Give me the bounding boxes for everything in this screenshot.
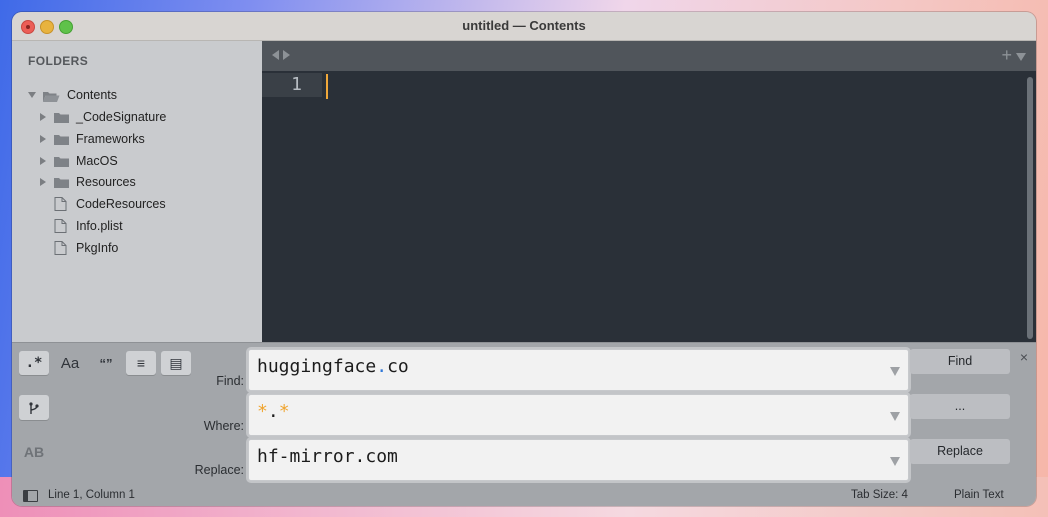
find-label: Find:: [216, 374, 244, 388]
regex-toggle-button[interactable]: .*: [19, 351, 49, 375]
replace-input-text: hf-mirror.com: [257, 446, 398, 467]
tree-label: _CodeSignature: [76, 110, 167, 124]
cursor-position[interactable]: Line 1, Column 1: [48, 489, 135, 501]
text-caret: [326, 74, 328, 99]
find-button[interactable]: Find: [910, 349, 1010, 374]
expanded-arrow-icon[interactable]: [28, 92, 36, 98]
tab-navigation: [272, 50, 290, 60]
whole-word-toggle-button[interactable]: “”: [91, 351, 121, 375]
app-window: untitled — Contents FOLDERS Contents _Co…: [12, 12, 1036, 506]
in-selection-toggle-button[interactable]: ≡: [126, 351, 156, 375]
find-in-files-panel: .* Aa “” ≡ ▤ AB Find: Where: Replace: hu…: [12, 342, 1036, 487]
file-icon: [54, 241, 67, 255]
where-input[interactable]: *.*: [248, 394, 909, 436]
folder-icon: [54, 134, 69, 145]
replace-history-dropdown-icon[interactable]: [890, 457, 900, 466]
toggle-sidebar-icon[interactable]: [23, 490, 38, 502]
code-editor[interactable]: 1: [262, 71, 1036, 342]
find-input[interactable]: huggingface.co: [248, 349, 909, 391]
replace-input[interactable]: hf-mirror.com: [248, 439, 909, 481]
find-history-dropdown-icon[interactable]: [890, 367, 900, 376]
tree-label: PkgInfo: [76, 241, 119, 255]
tree-label: Contents: [67, 88, 118, 102]
line-number: 1: [291, 74, 302, 95]
tree-label: Frameworks: [76, 132, 145, 146]
where-input-text: *.*: [257, 401, 290, 422]
branch-icon: [29, 401, 39, 414]
tree-item-coderesources[interactable]: CodeResources: [54, 194, 166, 214]
collapsed-arrow-icon[interactable]: [40, 157, 46, 165]
highlight-matches-toggle-button[interactable]: ▤: [161, 351, 191, 375]
tree-item-macos[interactable]: MacOS: [40, 151, 118, 171]
syntax-mode[interactable]: Plain Text: [954, 489, 1004, 501]
folder-icon: [54, 177, 69, 188]
folders-heading: FOLDERS: [28, 54, 89, 68]
close-panel-icon[interactable]: ×: [1020, 349, 1028, 365]
tab-menu-chevron-icon[interactable]: [1016, 53, 1026, 61]
open-folder-icon: [42, 90, 60, 102]
tree-item-info-plist[interactable]: Info.plist: [54, 216, 123, 236]
where-label: Where:: [203, 419, 244, 433]
collapsed-arrow-icon[interactable]: [40, 178, 46, 186]
next-tab-arrow-icon[interactable]: [283, 50, 290, 60]
tree-label: CodeResources: [76, 197, 166, 211]
sidebar: FOLDERS Contents _CodeSignature Framewor…: [12, 41, 262, 342]
tree-item-frameworks[interactable]: Frameworks: [40, 129, 145, 149]
file-icon: [54, 197, 67, 211]
folder-icon: [54, 156, 69, 167]
tab-bar: +: [262, 41, 1036, 71]
collapsed-arrow-icon[interactable]: [40, 135, 46, 143]
replace-label: Replace:: [194, 463, 244, 477]
tree-item-pkginfo[interactable]: PkgInfo: [54, 238, 118, 258]
tree-label: Resources: [76, 175, 136, 189]
title-bar: untitled — Contents: [12, 12, 1036, 41]
tree-label: Info.plist: [76, 219, 123, 233]
tab-size[interactable]: Tab Size: 4: [851, 489, 908, 501]
folder-icon: [54, 112, 69, 123]
file-icon: [54, 219, 67, 233]
show-context-toggle-button[interactable]: [19, 395, 49, 420]
window-title: untitled — Contents: [462, 18, 586, 33]
tree-item-resources[interactable]: Resources: [40, 172, 136, 192]
status-bar: Line 1, Column 1 Tab Size: 4 Plain Text: [12, 486, 1036, 506]
editor-scrollbar[interactable]: [1027, 77, 1033, 339]
find-input-text: huggingface.co: [257, 356, 409, 377]
tree-root-contents[interactable]: Contents: [28, 85, 117, 105]
where-options-button[interactable]: ...: [910, 394, 1010, 419]
tree-label: MacOS: [76, 154, 118, 168]
new-tab-plus-icon[interactable]: +: [1001, 45, 1012, 66]
case-sensitive-toggle-button[interactable]: Aa: [55, 351, 85, 375]
collapsed-arrow-icon[interactable]: [40, 113, 46, 121]
previous-tab-arrow-icon[interactable]: [272, 50, 279, 60]
tree-item-codesignature[interactable]: _CodeSignature: [40, 107, 166, 127]
where-history-dropdown-icon[interactable]: [890, 412, 900, 421]
preserve-case-toggle-button[interactable]: AB: [19, 440, 49, 464]
replace-button[interactable]: Replace: [910, 439, 1010, 464]
